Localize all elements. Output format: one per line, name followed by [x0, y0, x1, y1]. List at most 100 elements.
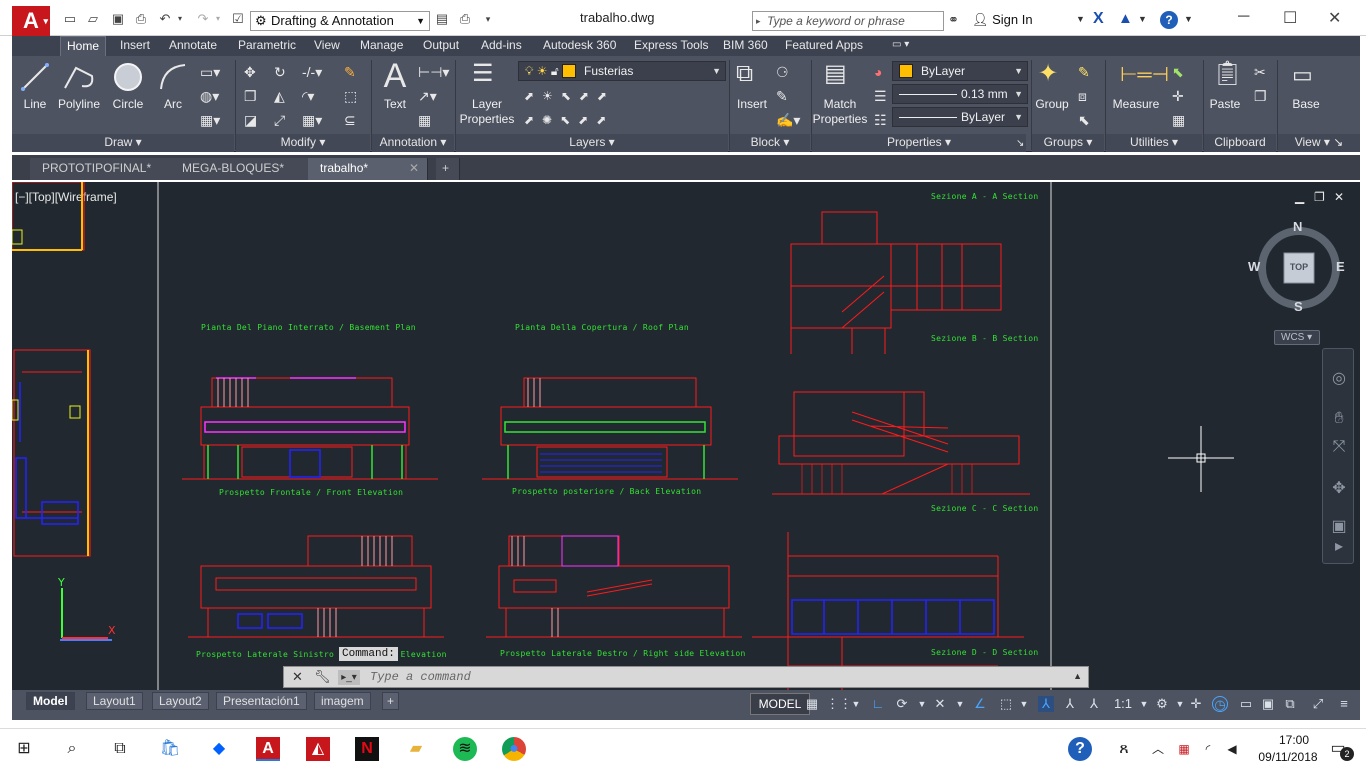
close-window-button[interactable]: ✕: [1328, 8, 1341, 28]
application-menu-button[interactable]: A ▾: [12, 6, 50, 36]
id-point-icon[interactable]: ✛: [1172, 88, 1184, 104]
tab-model[interactable]: Model: [26, 692, 75, 710]
color-dropdown[interactable]: ByLayer ▼: [892, 61, 1028, 81]
clock-date[interactable]: 09/11/2018: [1250, 750, 1326, 764]
utilities-panel-title[interactable]: Utilities ▾: [1106, 134, 1202, 152]
tab-autodesk-360[interactable]: Autodesk 360: [543, 36, 616, 56]
grid-icon[interactable]: ▦: [804, 696, 820, 712]
clean-screen-icon[interactable]: ▣: [1260, 696, 1276, 712]
circle-button[interactable]: Circle: [108, 97, 148, 112]
mirror-icon[interactable]: ◭: [274, 88, 285, 104]
leader-icon[interactable]: ↗▾: [418, 88, 437, 104]
layer-qat-icon[interactable]: ▤: [434, 12, 450, 26]
hatch-icon[interactable]: ◍▾: [200, 88, 219, 104]
move-icon[interactable]: ✥: [244, 64, 256, 80]
view-panel-title[interactable]: View ▾ ↘: [1278, 134, 1360, 152]
polar-icon[interactable]: ⟳: [894, 696, 910, 712]
chevron-down-icon[interactable]: ▼: [1136, 696, 1152, 712]
linetype-dropdown[interactable]: ByLayer ▼: [892, 107, 1028, 127]
tab-featured-apps[interactable]: Featured Apps: [785, 36, 863, 56]
calculator-icon[interactable]: ▦: [1172, 112, 1185, 128]
tab-imagem[interactable]: imagem: [314, 692, 371, 710]
polyline-button[interactable]: Polyline: [54, 97, 104, 112]
show-hidden-icons[interactable]: ︿: [1146, 737, 1170, 761]
isodraft-icon[interactable]: ✕: [932, 696, 948, 712]
sign-in-button[interactable]: 👤︎ Sign In: [972, 12, 1033, 28]
close-icon[interactable]: ✕: [409, 158, 419, 179]
draw-panel-title[interactable]: Draw ▾: [12, 134, 234, 152]
file-tab-prototipofinal[interactable]: PROTOTIPOFINAL*: [30, 158, 172, 180]
compass-south[interactable]: S: [1294, 299, 1303, 314]
clock-time[interactable]: 17:00: [1264, 733, 1324, 747]
create-block-icon[interactable]: ⚆: [776, 64, 789, 80]
tab-parametric[interactable]: Parametric: [238, 36, 296, 56]
group-edit-icon[interactable]: ⧈: [1078, 88, 1087, 104]
annotation-visibility-icon[interactable]: ⅄: [1038, 696, 1054, 712]
scale-icon[interactable]: ⤢: [274, 112, 285, 128]
snap-icon[interactable]: ⋮⋮: [826, 696, 852, 712]
clipboard-panel-title[interactable]: Clipboard: [1204, 134, 1276, 152]
tab-layout2[interactable]: Layout2: [152, 692, 209, 710]
layer-properties-button[interactable]: Layer Properties: [458, 97, 516, 127]
offset-icon[interactable]: ⊆: [344, 112, 356, 128]
search-input[interactable]: ▸ Type a keyword or phrase: [752, 11, 944, 31]
tab-layout1[interactable]: Layout1: [86, 692, 143, 710]
tab-insert[interactable]: Insert: [120, 36, 150, 56]
chevron-down-icon[interactable]: ▼: [1016, 696, 1032, 712]
help-icon[interactable]: ?: [1160, 11, 1178, 29]
volume-icon[interactable]: ◀: [1220, 737, 1244, 761]
object-snap-tracking-icon[interactable]: ∠: [972, 696, 988, 712]
showmotion-icon[interactable]: ▣: [1329, 517, 1349, 537]
file-tab-mega-bloques[interactable]: MEGA-BLOQUES*: [170, 158, 310, 180]
annotation-scale-icon[interactable]: ⅄: [1086, 696, 1102, 712]
ortho-icon[interactable]: ∟: [870, 696, 886, 712]
new-layout-button[interactable]: +: [382, 692, 400, 710]
paste-button[interactable]: Paste: [1206, 97, 1244, 112]
trim-icon[interactable]: -/-▾: [302, 64, 322, 80]
properties-panel-title[interactable]: Properties ▾: [812, 134, 1026, 152]
block-panel-title[interactable]: Block ▾: [730, 134, 810, 152]
wrench-icon[interactable]: 🔧︎: [314, 669, 331, 685]
hardware-acceleration-icon[interactable]: ▭: [1238, 696, 1254, 712]
network-warning-icon[interactable]: ▦: [1172, 737, 1196, 761]
layers-panel-title[interactable]: Layers ▾: [456, 134, 728, 152]
undo-dropdown-icon[interactable]: ▾: [172, 12, 188, 26]
ungroup-icon[interactable]: ✎: [1078, 64, 1090, 80]
explode-icon[interactable]: ⬚: [344, 88, 357, 104]
save-icon[interactable]: ▣: [110, 12, 126, 26]
group-button[interactable]: Group: [1032, 97, 1072, 112]
match-properties-button[interactable]: Match Properties: [812, 97, 868, 127]
ribbon-minimize-icon[interactable]: ▭ ▾: [892, 36, 909, 56]
store-icon[interactable]: 🛍︎: [158, 737, 182, 761]
task-view-icon[interactable]: ⧉: [108, 737, 132, 761]
base-button[interactable]: Base: [1284, 97, 1328, 112]
chevron-down-icon[interactable]: ▼: [1172, 696, 1188, 712]
block-attributes-icon[interactable]: ✍▾: [776, 112, 800, 128]
tab-add-ins[interactable]: Add-ins: [481, 36, 522, 56]
chevron-down-icon[interactable]: ▼: [1138, 14, 1147, 24]
workspace-gear-icon[interactable]: ⚙: [1154, 696, 1170, 712]
modify-panel-title[interactable]: Modify ▾: [236, 134, 370, 152]
workspace-selector[interactable]: ⚙ Drafting & Annotation ▼: [250, 11, 430, 31]
rotate-icon[interactable]: ↻: [274, 64, 286, 80]
new-tab-button[interactable]: +: [436, 158, 460, 180]
isolate-objects-icon[interactable]: ◷: [1212, 696, 1228, 712]
tab-annotate[interactable]: Annotate: [169, 36, 217, 56]
zoom-extents-icon[interactable]: ⤧: [1329, 437, 1349, 457]
chevron-down-icon[interactable]: ▼: [1184, 14, 1193, 24]
command-input[interactable]: Type a command: [370, 670, 471, 684]
annotation-autoscale-icon[interactable]: ⅄: [1062, 696, 1078, 712]
help-tray-icon[interactable]: ?: [1068, 737, 1092, 761]
compass-west[interactable]: W: [1248, 259, 1260, 274]
chevron-up-icon[interactable]: ▲: [1073, 671, 1082, 681]
layer-tools-row-1[interactable]: ⬈☀⬉⬈⬈: [524, 88, 615, 104]
fillet-icon[interactable]: ◜▾: [302, 88, 314, 104]
plot-qat-icon[interactable]: ⎙: [457, 12, 473, 26]
wifi-icon[interactable]: ◜: [1196, 737, 1220, 761]
netflix-icon[interactable]: N: [355, 737, 379, 761]
copy-clip-icon[interactable]: ❐: [1254, 88, 1267, 104]
model-space-button[interactable]: MODEL: [750, 693, 810, 715]
customize-navbar-icon[interactable]: ▸: [1329, 537, 1349, 557]
a360-icon[interactable]: ▲: [1118, 10, 1133, 27]
dropbox-icon[interactable]: ◆: [207, 737, 231, 761]
